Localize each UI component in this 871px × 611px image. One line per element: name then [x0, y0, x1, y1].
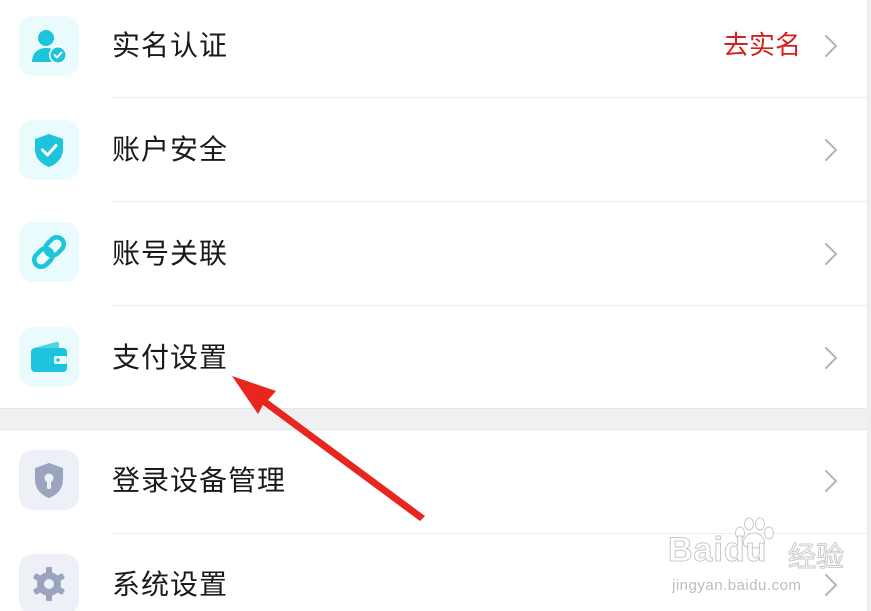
- settings-item-label: 账号关联: [112, 237, 229, 270]
- lock-shield-icon: [19, 450, 79, 510]
- wallet-icon: [19, 327, 79, 387]
- settings-item-account-link[interactable]: 账号关联: [0, 202, 867, 306]
- settings-item-login-devices[interactable]: 登录设备管理: [0, 430, 867, 534]
- settings-item-real-name[interactable]: 实名认证 去实名: [0, 0, 867, 104]
- settings-item-label: 账户安全: [112, 133, 229, 166]
- scrollbar-track[interactable]: [867, 0, 871, 611]
- settings-item-payment[interactable]: 支付设置: [0, 306, 867, 410]
- settings-group-account: 实名认证 去实名 账户安全 账号关联 支付设置: [0, 0, 867, 408]
- chevron-right-icon: [824, 346, 838, 370]
- chevron-right-icon: [824, 573, 838, 597]
- settings-item-label: 登录设备管理: [112, 464, 287, 497]
- chevron-right-icon: [824, 138, 838, 162]
- link-icon: [19, 222, 79, 282]
- settings-item-label: 支付设置: [112, 341, 229, 374]
- settings-item-system[interactable]: 系统设置: [0, 534, 867, 611]
- real-name-status-link[interactable]: 去实名: [723, 28, 801, 64]
- chevron-right-icon: [824, 469, 838, 493]
- settings-group-device: 登录设备管理 系统设置: [0, 430, 867, 611]
- settings-item-label: 系统设置: [112, 568, 229, 601]
- settings-item-label: 实名认证: [112, 29, 229, 62]
- verified-user-icon: [19, 16, 79, 76]
- chevron-right-icon: [824, 34, 838, 58]
- shield-check-icon: [19, 120, 79, 180]
- gear-icon: [19, 554, 79, 611]
- section-separator: [0, 408, 867, 430]
- chevron-right-icon: [824, 242, 838, 266]
- settings-item-account-security[interactable]: 账户安全: [0, 98, 867, 202]
- account-settings-screen: 实名认证 去实名 账户安全 账号关联 支付设置 登录设备管理 系统设置 Baid…: [0, 0, 871, 611]
